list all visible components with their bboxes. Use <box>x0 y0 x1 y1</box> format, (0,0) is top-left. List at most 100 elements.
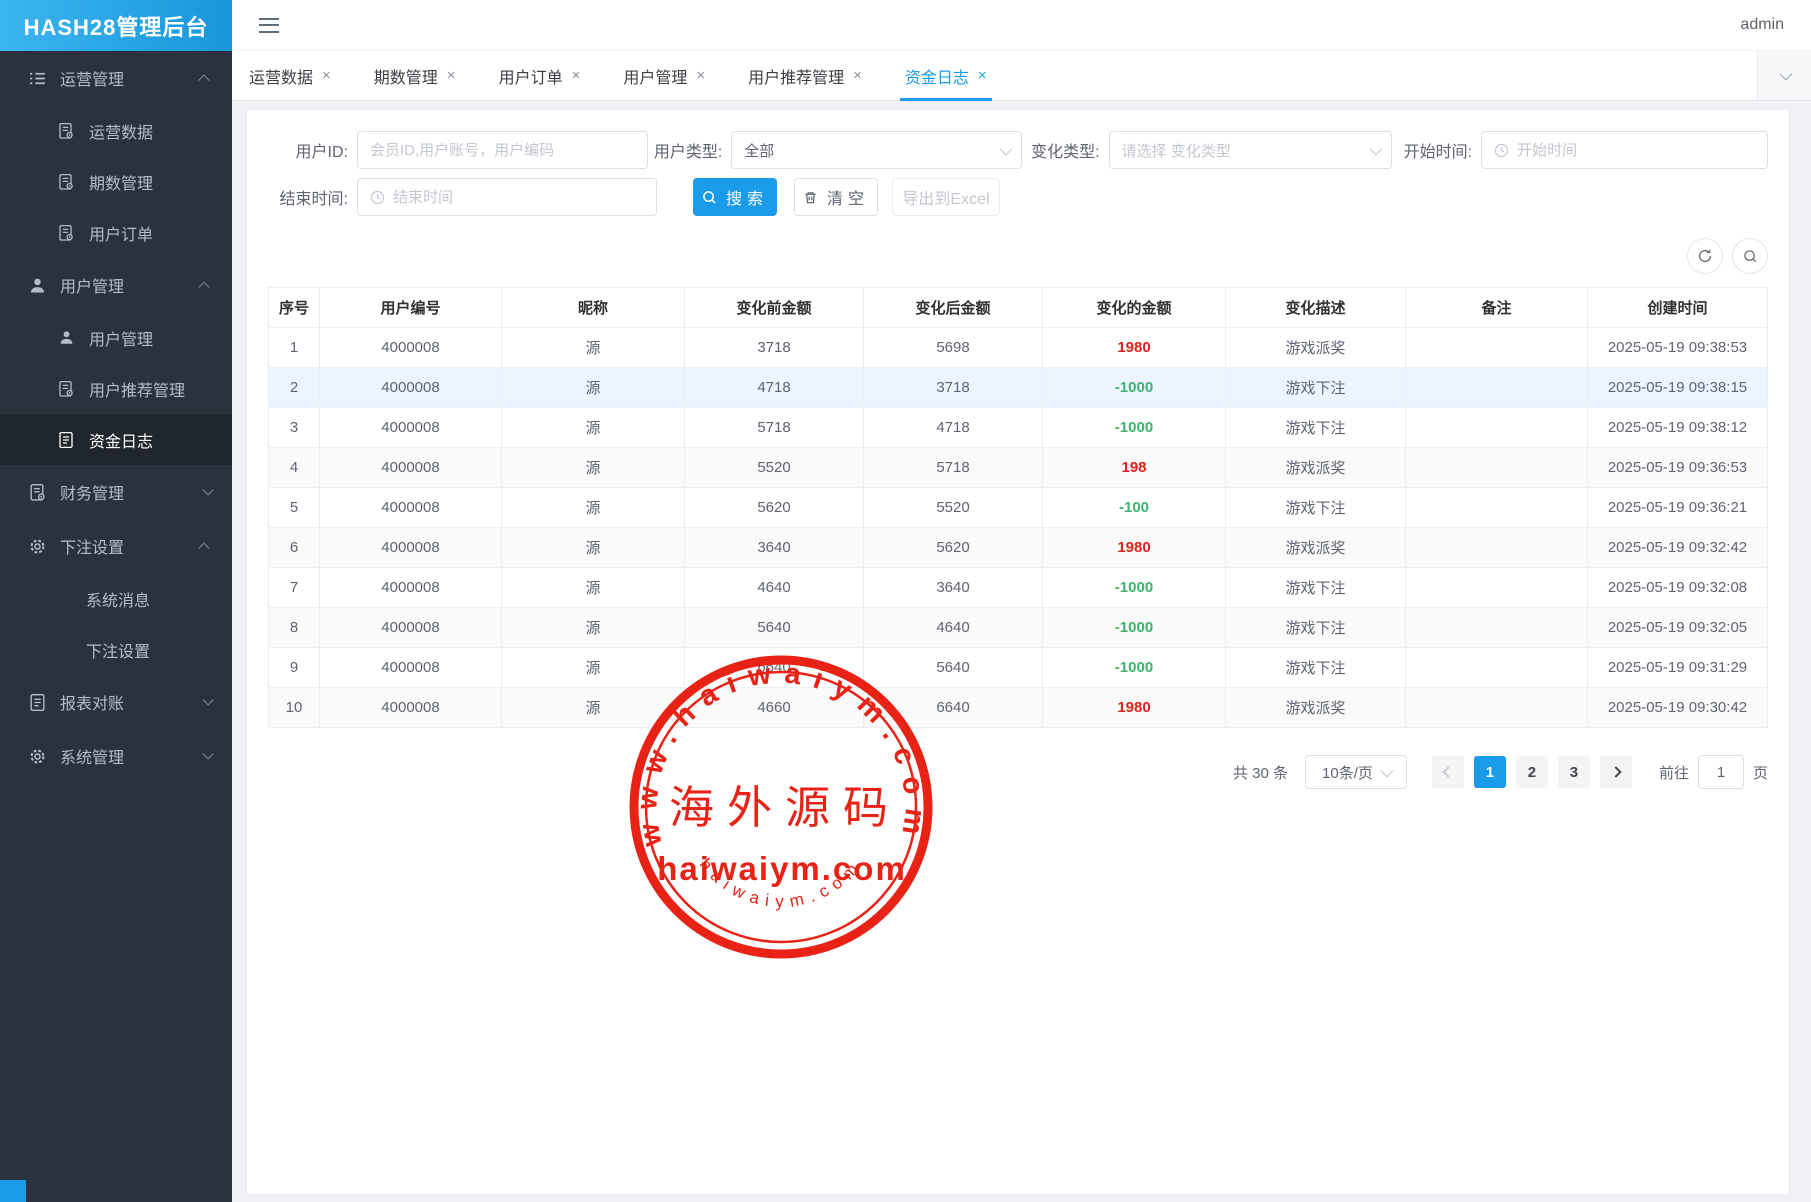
tab-operations-data[interactable]: 运营数据 × <box>249 51 331 100</box>
end-time-input[interactable] <box>393 189 644 206</box>
tab-user-referral[interactable]: 用户推荐管理 × <box>748 51 862 100</box>
table-row: 24000008源47183718-1000游戏下注2025-05-19 09:… <box>269 368 1768 408</box>
start-time-label: 开始时间: <box>1404 138 1472 162</box>
sidebar-item-operations-data[interactable]: 运营数据 <box>0 105 232 156</box>
sidebar-item-label: 用户管理 <box>60 273 124 297</box>
user-type-select[interactable]: 全部 <box>731 131 1022 169</box>
close-icon[interactable]: × <box>572 68 581 83</box>
tab-user-management[interactable]: 用户管理 × <box>623 51 705 100</box>
end-time-label: 结束时间: <box>268 185 348 209</box>
chevron-up-icon <box>198 281 209 292</box>
table-row: 64000008源364056201980游戏派奖2025-05-19 09:3… <box>269 528 1768 568</box>
main-area: admin 运营数据 × 期数管理 × 用户订单 × 用户管理 × 用户推荐管理… <box>232 0 1811 1202</box>
doc-gear-icon <box>56 379 76 399</box>
tab-label: 运营数据 <box>249 64 313 88</box>
column-search-button[interactable] <box>1732 238 1768 274</box>
change-type-placeholder: 请选择 变化类型 <box>1122 140 1231 161</box>
search-button[interactable]: 搜索 <box>693 178 777 216</box>
tab-overflow-dropdown[interactable] <box>1757 51 1811 100</box>
chevron-right-icon <box>1610 766 1621 777</box>
sidebar-item-label: 用户订单 <box>89 221 153 245</box>
app-title: HASH28管理后台 <box>0 0 232 51</box>
column-header: 变化的金额 <box>1043 288 1226 328</box>
pagination: 共 30 条 10条/页 1 2 3 前往 页 <box>268 755 1768 789</box>
prev-page-button[interactable] <box>1432 756 1464 788</box>
sidebar-item-system-messages[interactable]: 系统消息 <box>0 573 232 624</box>
fund-log-panel: 用户ID: 用户类型: 全部 变化类型: 请选择 变化类型 开始时间: <box>247 110 1789 1194</box>
sidebar-item-user-management-sub[interactable]: 用户管理 <box>0 312 232 363</box>
column-header: 序号 <box>269 288 320 328</box>
column-header: 变化描述 <box>1226 288 1406 328</box>
sidebar-item-bet-settings[interactable]: 下注设置 <box>0 519 232 573</box>
clear-button[interactable]: 清空 <box>794 178 878 216</box>
page-button-2[interactable]: 2 <box>1516 756 1548 788</box>
close-icon[interactable]: × <box>978 68 987 83</box>
tab-fund-log[interactable]: 资金日志 × <box>905 51 987 100</box>
column-header: 变化前金额 <box>685 288 864 328</box>
next-page-button[interactable] <box>1600 756 1632 788</box>
page-size-select[interactable]: 10条/页 <box>1305 755 1407 789</box>
refresh-button[interactable] <box>1687 238 1723 274</box>
sidebar-nav: 运营管理 运营数据 期数管理 用户订单 用户管理 <box>0 51 232 783</box>
trash-icon <box>803 190 818 205</box>
goto-suffix: 页 <box>1753 762 1768 783</box>
column-header: 用户编号 <box>320 288 502 328</box>
user-id-input[interactable] <box>370 142 635 159</box>
goto-page-input[interactable] <box>1698 755 1744 789</box>
table-row: 104000008源466066401980游戏派奖2025-05-19 09:… <box>269 688 1768 728</box>
change-type-select[interactable]: 请选择 变化类型 <box>1109 131 1392 169</box>
gear-icon <box>27 746 47 766</box>
page-size-value: 10条/页 <box>1322 762 1373 783</box>
table-row: 34000008源57184718-1000游戏下注2025-05-19 09:… <box>269 408 1768 448</box>
chevron-down-icon <box>1380 764 1393 777</box>
sidebar-item-user-referral[interactable]: 用户推荐管理 <box>0 363 232 414</box>
close-icon[interactable]: × <box>853 68 862 83</box>
close-icon[interactable]: × <box>322 68 331 83</box>
sidebar-item-report-reconciliation[interactable]: 报表对账 <box>0 675 232 729</box>
current-user[interactable]: admin <box>1740 16 1784 34</box>
sidebar-item-label: 运营管理 <box>60 66 124 90</box>
gear-icon <box>27 536 47 556</box>
refresh-icon <box>1697 248 1713 264</box>
close-icon[interactable]: × <box>447 68 456 83</box>
sidebar-item-label: 运营数据 <box>89 119 153 143</box>
search-form-row-2: 结束时间: 搜索 清空 导出到Excel <box>268 178 1768 216</box>
sidebar-item-label: 用户推荐管理 <box>89 377 185 401</box>
sidebar-item-user-management[interactable]: 用户管理 <box>0 258 232 312</box>
export-excel-button[interactable]: 导出到Excel <box>892 178 1000 216</box>
sidebar-item-bet-settings-sub[interactable]: 下注设置 <box>0 624 232 675</box>
table-toolbar <box>268 238 1768 274</box>
hamburger-menu-icon[interactable] <box>259 18 279 33</box>
sidebar-item-fund-log[interactable]: 资金日志 <box>0 414 232 465</box>
start-time-input-wrap <box>1481 131 1768 169</box>
page-button-1[interactable]: 1 <box>1474 756 1506 788</box>
tab-label: 用户管理 <box>623 64 687 88</box>
start-time-input[interactable] <box>1517 142 1755 159</box>
chevron-down-icon <box>1000 142 1013 155</box>
tab-label: 资金日志 <box>905 64 969 88</box>
chevron-down-icon <box>202 694 213 705</box>
column-header: 创建时间 <box>1588 288 1768 328</box>
user-icon <box>27 275 47 295</box>
clock-icon <box>1494 143 1509 158</box>
sidebar-item-label: 用户管理 <box>89 326 153 350</box>
goto-page: 前往 页 <box>1659 755 1768 789</box>
tab-bar: 运营数据 × 期数管理 × 用户订单 × 用户管理 × 用户推荐管理 × 资金日… <box>232 51 1811 101</box>
sidebar-item-label: 资金日志 <box>89 428 153 452</box>
tab-period-management[interactable]: 期数管理 × <box>374 51 456 100</box>
sidebar-item-period-management[interactable]: 期数管理 <box>0 156 232 207</box>
sidebar-item-operations[interactable]: 运营管理 <box>0 51 232 105</box>
table-row: 54000008源56205520-100游戏下注2025-05-19 09:3… <box>269 488 1768 528</box>
user-icon <box>56 328 76 348</box>
table-row: 14000008源371856981980游戏派奖2025-05-19 09:3… <box>269 328 1768 368</box>
sidebar-item-user-orders[interactable]: 用户订单 <box>0 207 232 258</box>
sidebar-item-system-management[interactable]: 系统管理 <box>0 729 232 783</box>
column-header: 备注 <box>1406 288 1588 328</box>
page-button-3[interactable]: 3 <box>1558 756 1590 788</box>
sidebar-item-label: 财务管理 <box>60 480 124 504</box>
user-type-value: 全部 <box>744 140 774 161</box>
close-icon[interactable]: × <box>696 68 705 83</box>
sidebar-item-finance[interactable]: 财务管理 <box>0 465 232 519</box>
table-row: 74000008源46403640-1000游戏下注2025-05-19 09:… <box>269 568 1768 608</box>
tab-user-orders[interactable]: 用户订单 × <box>499 51 581 100</box>
